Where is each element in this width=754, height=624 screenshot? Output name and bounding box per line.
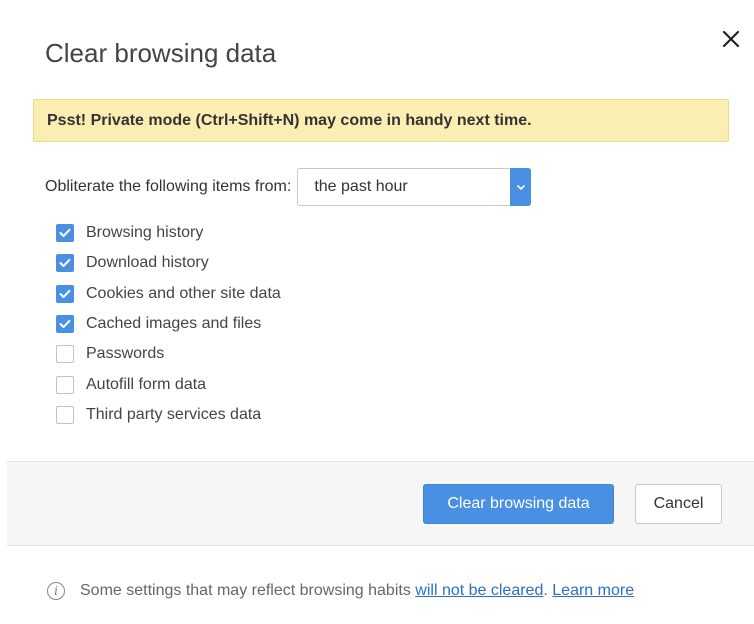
checkbox[interactable] [56,254,74,273]
clear-item-label: Download history [86,254,209,272]
dialog-title: Clear browsing data [45,38,277,68]
checkbox[interactable] [56,345,74,364]
will-not-be-cleared-link[interactable]: will not be cleared [415,582,543,600]
select-arrow[interactable] [510,168,532,206]
close-icon [722,30,740,48]
time-range-select[interactable]: the past hour [297,168,532,206]
clear-item-option[interactable]: Cached images and files [56,309,281,339]
cancel-button[interactable]: Cancel [635,484,722,524]
clear-item-label: Autofill form data [86,375,207,393]
note-text: Some settings that may reflect browsing … [80,582,411,599]
chevron-down-icon [516,184,525,190]
checkmark-icon [59,319,71,329]
private-mode-banner: Psst! Private mode (Ctrl+Shift+N) may co… [33,99,729,142]
clear-browsing-data-button[interactable]: Clear browsing data [423,484,614,524]
info-icon: i [47,582,65,600]
clear-item-option[interactable]: Cookies and other site data [56,279,281,309]
clear-item-option[interactable]: Autofill form data [56,369,281,399]
clear-items-list: Browsing history Download history Cookies … [56,218,281,430]
clear-item-option[interactable]: Passwords [56,339,281,369]
checkbox[interactable] [56,315,74,334]
checkbox[interactable] [56,224,74,243]
clear-item-label: Cached images and files [86,315,262,333]
clear-item-label: Passwords [86,345,165,363]
dialog-footer: Clear browsing data Cancel [7,461,754,546]
checkbox[interactable] [56,284,74,303]
time-range-label: Obliterate the following items from: [45,178,292,195]
clear-item-label: Cookies and other site data [86,284,281,302]
learn-more-link[interactable]: Learn more [552,582,634,600]
settings-note: i Some settings that may reflect browsin… [47,578,634,604]
clear-item-option[interactable]: Browsing history [56,218,281,248]
checkmark-icon [59,289,71,298]
checkmark-icon [59,259,71,268]
clear-item-label: Third party services data [86,405,262,423]
checkmark-icon [59,228,71,238]
clear-item-option[interactable]: Download history [56,248,281,278]
clear-browsing-data-dialog: Clear browsing data Psst! Private mode (… [0,0,754,624]
clear-item-label: Browsing history [86,224,204,242]
clear-item-option[interactable]: Third party services data [56,400,281,430]
close-button[interactable] [716,24,746,54]
checkbox[interactable] [56,375,74,394]
time-range-row: Obliterate the following items from: the… [45,167,532,207]
checkbox[interactable] [56,405,74,424]
time-range-value: the past hour [314,178,408,195]
